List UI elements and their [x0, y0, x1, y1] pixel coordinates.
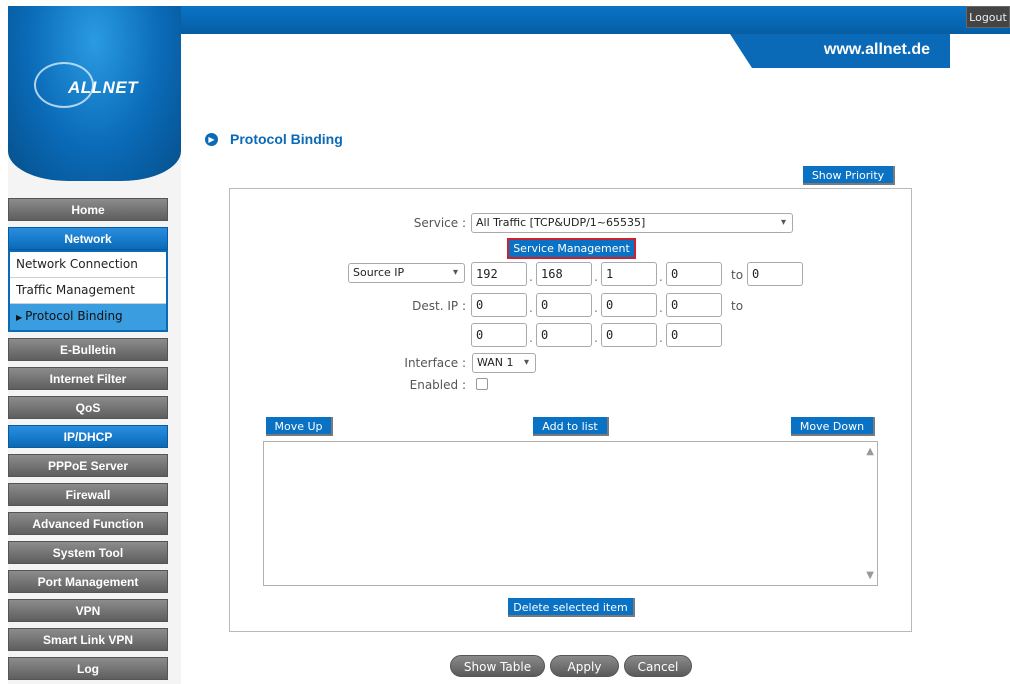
dest-ip-from-octet-3[interactable]: 0 — [601, 293, 657, 317]
sidebar-item-internet-filter[interactable]: Internet Filter — [8, 367, 168, 390]
sidebar-item-port-management[interactable]: Port Management — [8, 570, 168, 593]
source-ip-octet-1[interactable]: 192 — [471, 262, 527, 286]
dest-to-label: to — [731, 299, 744, 313]
service-label: Service : — [413, 216, 466, 230]
ip-dot: . — [659, 331, 663, 345]
chevron-down-icon: ▾ — [523, 357, 529, 368]
submenu-protocol-binding-label: Protocol Binding — [25, 309, 123, 323]
interface-value: WAN 1 — [477, 356, 514, 369]
delete-selected-button[interactable]: Delete selected item — [508, 598, 635, 617]
move-up-button[interactable]: Move Up — [266, 417, 333, 436]
sidebar-item-qos[interactable]: QoS — [8, 396, 168, 419]
source-ip-octet-3[interactable]: 1 — [601, 262, 657, 286]
brand-logo: ALLNET — [68, 78, 139, 97]
service-select[interactable]: All Traffic [TCP&UDP/1~65535] ▾ — [471, 213, 793, 233]
ip-dot: . — [529, 270, 533, 284]
logo-area: ALLNET — [8, 6, 181, 181]
chevron-down-icon: ▾ — [452, 267, 458, 278]
service-select-value: All Traffic [TCP&UDP/1~65535] — [476, 216, 646, 229]
source-type-value: Source IP — [353, 266, 405, 279]
ip-dot: . — [659, 270, 663, 284]
interface-label: Interface : — [404, 356, 466, 370]
page: Logout www.allnet.de ALLNET Home Network… — [0, 0, 1010, 684]
cancel-button[interactable]: Cancel — [624, 655, 692, 677]
dest-ip-from-octet-4[interactable]: 0 — [666, 293, 722, 317]
dest-ip-to-octet-2[interactable]: 0 — [536, 323, 592, 347]
source-ip-octet-4[interactable]: 0 — [666, 262, 722, 286]
source-ip-octet-2[interactable]: 168 — [536, 262, 592, 286]
binding-list[interactable]: ▲ ▼ — [263, 441, 878, 586]
sidebar-item-pppoe-server[interactable]: PPPoE Server — [8, 454, 168, 477]
sidebar-item-firewall[interactable]: Firewall — [8, 483, 168, 506]
chevron-down-icon: ▾ — [780, 217, 786, 228]
ip-dot: . — [594, 331, 598, 345]
apply-button[interactable]: Apply — [550, 655, 619, 677]
ip-dot: . — [594, 270, 598, 284]
sidebar-item-vpn[interactable]: VPN — [8, 599, 168, 622]
ip-dot: . — [529, 331, 533, 345]
dest-ip-from-octet-1[interactable]: 0 — [471, 293, 527, 317]
sidebar-item-smart-link-vpn[interactable]: Smart Link VPN — [8, 628, 168, 651]
submenu-traffic-management[interactable]: Traffic Management — [10, 278, 166, 304]
move-down-button[interactable]: Move Down — [791, 417, 875, 436]
sidebar-item-advanced-function[interactable]: Advanced Function — [8, 512, 168, 535]
network-submenu: Network Connection Traffic Management ▶ P… — [8, 250, 168, 332]
ip-dot: . — [594, 301, 598, 315]
show-table-button[interactable]: Show Table — [450, 655, 545, 677]
logout-button[interactable]: Logout — [966, 6, 1010, 28]
triangle-right-icon: ▶ — [16, 313, 23, 322]
dest-ip-from-octet-2[interactable]: 0 — [536, 293, 592, 317]
website-banner: www.allnet.de — [730, 34, 950, 68]
source-type-select[interactable]: Source IP ▾ — [348, 263, 465, 283]
enabled-label: Enabled : — [409, 378, 466, 392]
dest-ip-to-octet-4[interactable]: 0 — [666, 323, 722, 347]
interface-select[interactable]: WAN 1 ▾ — [472, 353, 536, 373]
source-ip-to[interactable]: 0 — [747, 262, 803, 286]
service-management-button[interactable]: Service Management — [507, 238, 636, 259]
sidebar-item-e-bulletin[interactable]: E-Bulletin — [8, 338, 168, 361]
scroll-down-icon[interactable]: ▼ — [866, 570, 874, 581]
page-title: Protocol Binding — [230, 131, 343, 147]
submenu-protocol-binding[interactable]: ▶ Protocol Binding — [10, 304, 166, 330]
arrow-circle-icon: ▶ — [205, 132, 218, 146]
dest-ip-to-octet-1[interactable]: 0 — [471, 323, 527, 347]
show-priority-button[interactable]: Show Priority — [803, 166, 895, 185]
ip-dot: . — [659, 301, 663, 315]
add-to-list-button[interactable]: Add to list — [533, 417, 609, 436]
sidebar-item-network[interactable]: Network — [8, 227, 168, 250]
dest-ip-label: Dest. IP : — [412, 299, 466, 313]
submenu-network-connection[interactable]: Network Connection — [10, 252, 166, 278]
sidebar-item-ip-dhcp[interactable]: IP/DHCP — [8, 425, 168, 448]
enabled-checkbox[interactable] — [476, 378, 488, 390]
sidebar-item-log[interactable]: Log — [8, 657, 168, 680]
dest-ip-to-octet-3[interactable]: 0 — [601, 323, 657, 347]
sidebar-item-system-tool[interactable]: System Tool — [8, 541, 168, 564]
sidebar-item-home[interactable]: Home — [8, 198, 168, 221]
source-to-label: to — [731, 268, 744, 282]
ip-dot: . — [529, 301, 533, 315]
scroll-up-icon[interactable]: ▲ — [866, 446, 874, 457]
page-title-wrap: ▶ Protocol Binding — [205, 131, 343, 147]
sidebar-menu: Home Network Network Connection Traffic … — [8, 198, 168, 684]
